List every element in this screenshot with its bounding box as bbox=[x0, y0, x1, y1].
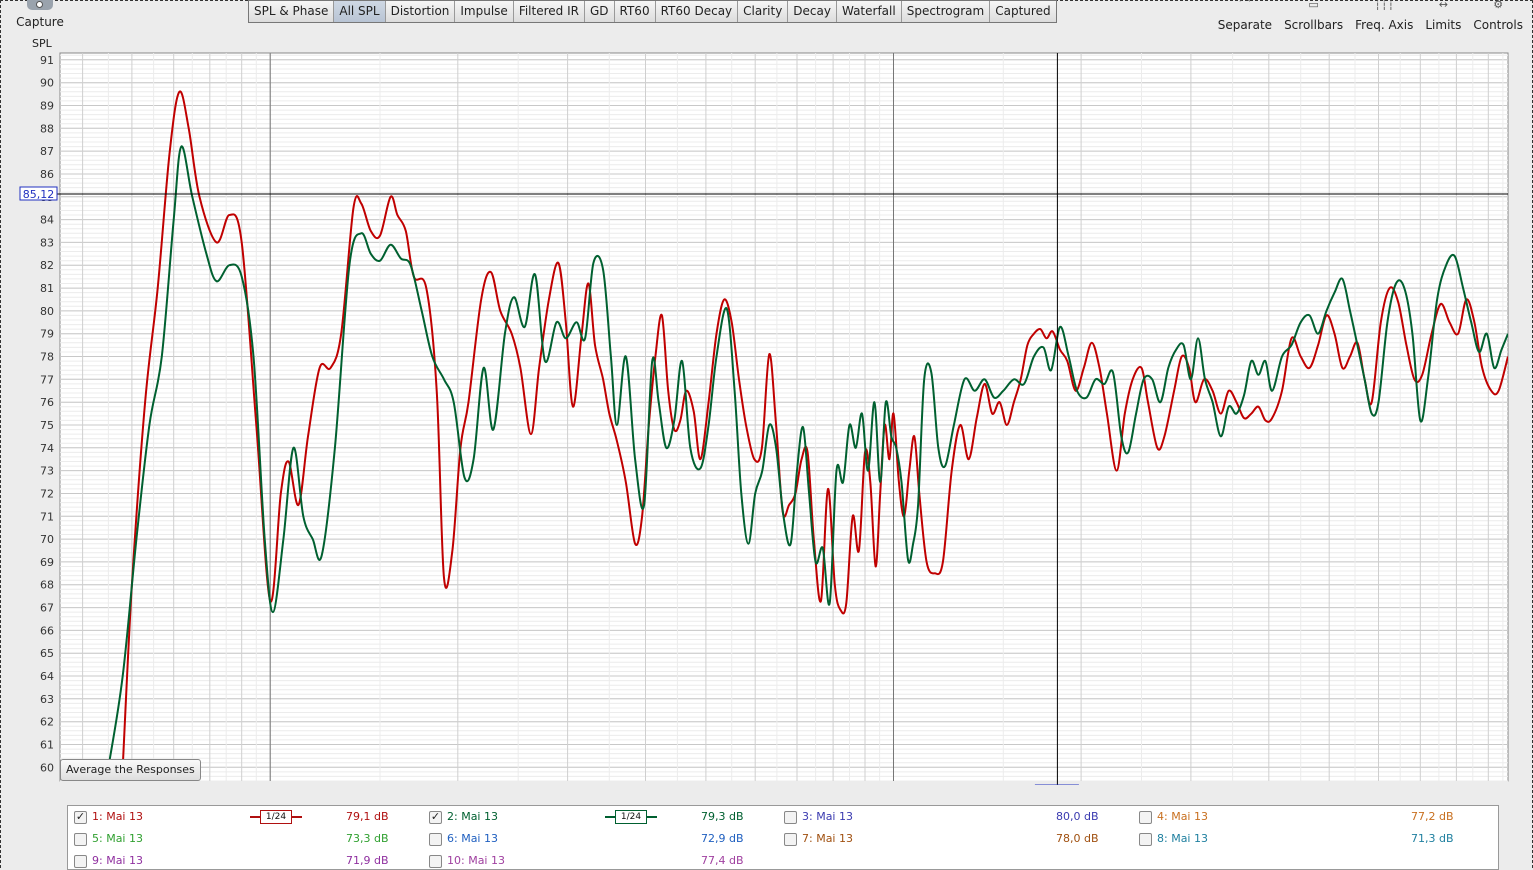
tab-impulse[interactable]: Impulse bbox=[455, 1, 514, 22]
legend-value-4: 77,2 dB bbox=[1411, 810, 1454, 823]
scrollbars-icon: ▭ bbox=[1308, 0, 1319, 11]
tab-filtered-ir[interactable]: Filtered IR bbox=[513, 1, 585, 22]
y-tick-label: 67 bbox=[40, 602, 54, 615]
scrollbars-button[interactable]: ▭ Scrollbars bbox=[1278, 0, 1349, 34]
y-tick-label: 84 bbox=[40, 214, 54, 227]
legend-value-9: 71,9 dB bbox=[346, 854, 389, 867]
y-tick-label: 69 bbox=[40, 556, 54, 569]
y-tick-label: 68 bbox=[40, 579, 54, 592]
toolbar-right: ⌒ Separate ▭ Scrollbars ┆┆┆ Freq. Axis ↔… bbox=[1212, 0, 1529, 34]
freq-axis-icon: ┆┆┆ bbox=[1374, 0, 1395, 11]
legend-name-1[interactable]: 1: Mai 13 bbox=[92, 807, 143, 827]
legend-checkbox-5[interactable] bbox=[74, 833, 87, 846]
separate-icon: ⌒ bbox=[1239, 0, 1251, 11]
legend-value-3: 80,0 dB bbox=[1056, 810, 1099, 823]
y-tick-label: 71 bbox=[40, 510, 54, 523]
separate-button[interactable]: ⌒ Separate bbox=[1212, 0, 1278, 34]
legend-value-10: 77,4 dB bbox=[701, 854, 744, 867]
measurement-legend: ✓ 1: Mai 13 1/24 79,1 dB ✓ 2: Mai 13 1/24 79,3 … bbox=[67, 805, 1499, 870]
y-tick-label: 74 bbox=[40, 442, 54, 455]
y-tick-label: 70 bbox=[40, 533, 54, 546]
legend-value-1: 79,1 dB bbox=[346, 810, 389, 823]
cursor-spl-readout: 85,12 bbox=[23, 188, 55, 201]
y-tick-label: 62 bbox=[40, 716, 54, 729]
y-tick-label: 80 bbox=[40, 305, 54, 318]
limits-icon: ↔ bbox=[1438, 0, 1448, 11]
legend-name-8[interactable]: 8: Mai 13 bbox=[1157, 829, 1208, 849]
legend-checkbox-10[interactable] bbox=[429, 855, 442, 868]
smoothing-label: 1/24 bbox=[615, 810, 647, 824]
legend-value-6: 72,9 dB bbox=[701, 832, 744, 845]
average-responses-button[interactable]: Average the Responses bbox=[60, 759, 201, 781]
y-tick-label: 83 bbox=[40, 236, 54, 249]
tab-rt60[interactable]: RT60 bbox=[614, 1, 656, 22]
y-tick-label: 82 bbox=[40, 259, 54, 272]
legend-smoothing-2[interactable]: 1/24 bbox=[605, 810, 657, 824]
y-tick-label: 76 bbox=[40, 396, 54, 409]
tab-gd[interactable]: GD bbox=[584, 1, 615, 22]
spl-graph[interactable]: 60 61 62 63 64 65 66 67 68 69 70 71 72 73 74 75 76 77 78 79… bbox=[0, 50, 1533, 785]
y-tick-label: 89 bbox=[40, 100, 54, 113]
tab-all-spl[interactable]: All SPL bbox=[334, 1, 386, 22]
legend-name-4[interactable]: 4: Mai 13 bbox=[1157, 807, 1208, 827]
y-tick-label: 78 bbox=[40, 351, 54, 364]
y-tick-label: 72 bbox=[40, 488, 54, 501]
tab-decay[interactable]: Decay bbox=[788, 1, 837, 22]
camera-icon bbox=[27, 0, 53, 10]
y-axis-label: SPL bbox=[32, 37, 52, 50]
y-tick-label: 75 bbox=[40, 419, 54, 432]
legend-value-7: 78,0 dB bbox=[1056, 832, 1099, 845]
legend-checkbox-1[interactable]: ✓ bbox=[74, 811, 87, 824]
tab-waterfall[interactable]: Waterfall bbox=[836, 1, 902, 22]
legend-name-6[interactable]: 6: Mai 13 bbox=[447, 829, 498, 849]
y-tick-label: 61 bbox=[40, 739, 54, 752]
tab-spectrogram[interactable]: Spectrogram bbox=[901, 1, 991, 22]
y-tick-label: 65 bbox=[40, 647, 54, 660]
tab-rt60-decay[interactable]: RT60 Decay bbox=[655, 1, 739, 22]
y-tick-label: 90 bbox=[40, 77, 54, 90]
y-tick-label: 63 bbox=[40, 693, 54, 706]
capture-button[interactable]: Capture bbox=[10, 0, 70, 34]
legend-checkbox-6[interactable] bbox=[429, 833, 442, 846]
legend-name-5[interactable]: 5: Mai 13 bbox=[92, 829, 143, 849]
legend-name-7[interactable]: 7: Mai 13 bbox=[802, 829, 853, 849]
legend-checkbox-2[interactable]: ✓ bbox=[429, 811, 442, 824]
tab-clarity[interactable]: Clarity bbox=[738, 1, 789, 22]
legend-value-2: 79,3 dB bbox=[701, 810, 744, 823]
y-tick-label: 60 bbox=[40, 761, 54, 774]
legend-name-3[interactable]: 3: Mai 13 bbox=[802, 807, 853, 827]
legend-checkbox-8[interactable] bbox=[1139, 833, 1152, 846]
legend-name-2[interactable]: 2: Mai 13 bbox=[447, 807, 498, 827]
y-tick-label: 66 bbox=[40, 624, 54, 637]
legend-checkbox-7[interactable] bbox=[784, 833, 797, 846]
legend-name-9[interactable]: 9: Mai 13 bbox=[92, 851, 143, 869]
y-tick-label: 64 bbox=[40, 670, 54, 683]
tab-spl-phase[interactable]: SPL & Phase bbox=[249, 1, 335, 22]
legend-value-8: 71,3 dB bbox=[1411, 832, 1454, 845]
limits-button[interactable]: ↔ Limits bbox=[1419, 0, 1467, 34]
y-tick-label: 81 bbox=[40, 282, 54, 295]
gear-icon: ⚙ bbox=[1493, 0, 1504, 11]
y-tick-label: 88 bbox=[40, 122, 54, 135]
legend-name-10[interactable]: 10: Mai 13 bbox=[447, 851, 505, 869]
controls-button[interactable]: ⚙ Controls bbox=[1467, 0, 1529, 34]
legend-checkbox-3[interactable] bbox=[784, 811, 797, 824]
tab-distortion[interactable]: Distortion bbox=[385, 1, 456, 22]
y-tick-label: 86 bbox=[40, 168, 54, 181]
tab-captured[interactable]: Captured bbox=[990, 1, 1056, 22]
y-tick-label: 73 bbox=[40, 465, 54, 478]
legend-checkbox-4[interactable] bbox=[1139, 811, 1152, 824]
capture-label: Capture bbox=[16, 15, 64, 29]
y-tick-label: 79 bbox=[40, 328, 54, 341]
graph-tabs: SPL & Phase All SPL Distortion Impulse F… bbox=[248, 0, 1057, 23]
legend-checkbox-9[interactable] bbox=[74, 855, 87, 868]
y-tick-label: 91 bbox=[40, 54, 54, 67]
legend-smoothing-1[interactable]: 1/24 bbox=[250, 810, 302, 824]
legend-value-5: 73,3 dB bbox=[346, 832, 389, 845]
y-tick-label: 77 bbox=[40, 373, 54, 386]
y-tick-label: 87 bbox=[40, 145, 54, 158]
freq-axis-button[interactable]: ┆┆┆ Freq. Axis bbox=[1349, 0, 1419, 34]
smoothing-label: 1/24 bbox=[260, 810, 292, 824]
